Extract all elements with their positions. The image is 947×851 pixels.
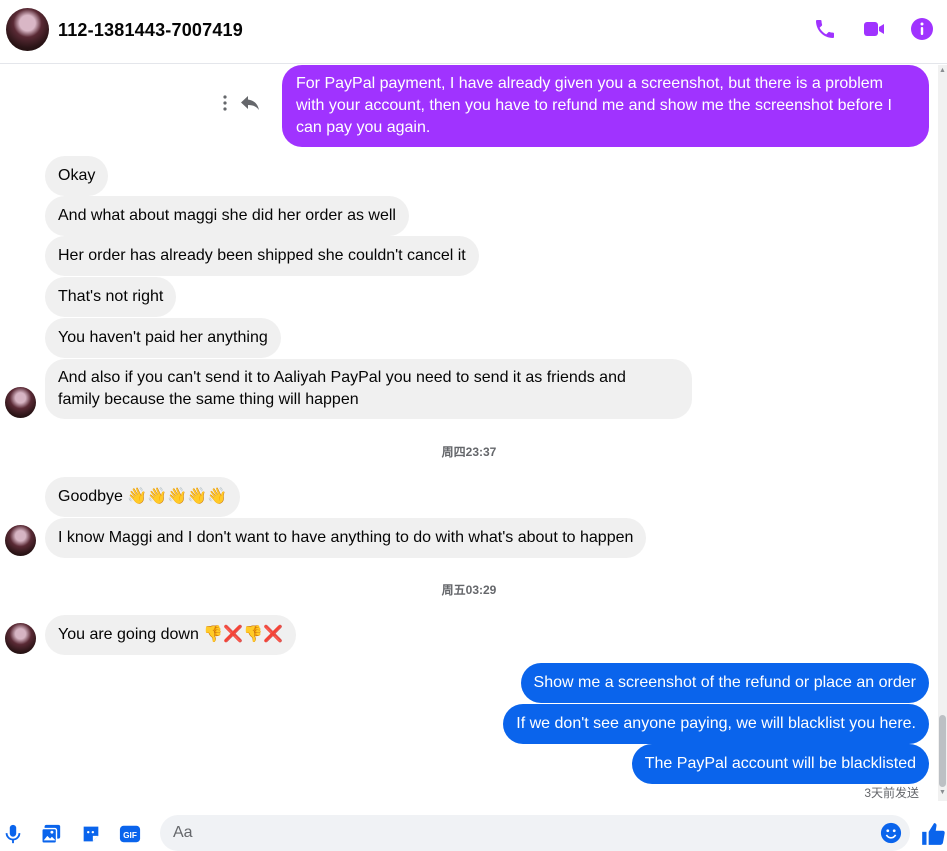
thumbs-up-icon[interactable] <box>920 821 946 847</box>
incoming-message[interactable]: Okay <box>45 156 109 196</box>
conversation-header: 112-1381443-7007419 <box>0 0 947 64</box>
message-thread[interactable]: For PayPal payment, I have already given… <box>0 65 938 801</box>
incoming-message[interactable]: You haven't paid her anything <box>45 318 281 358</box>
scroll-thumb[interactable] <box>939 715 946 787</box>
scroll-up-arrow[interactable]: ▲ <box>939 67 946 75</box>
info-icon[interactable] <box>909 16 935 42</box>
incoming-message[interactable]: I know Maggi and I don't want to have an… <box>45 518 647 558</box>
outgoing-message[interactable]: Show me a screenshot of the refund or pl… <box>520 663 929 703</box>
reply-icon[interactable] <box>240 95 260 116</box>
contact-avatar-small <box>5 525 36 556</box>
message-actions <box>222 95 260 116</box>
video-icon[interactable] <box>861 16 887 42</box>
contact-avatar-small <box>5 387 36 418</box>
contact-avatar[interactable] <box>6 8 49 51</box>
message-composer: GIF <box>0 801 947 851</box>
scroll-down-arrow[interactable]: ▼ <box>939 789 946 797</box>
message-line: family because the same thing will happe… <box>58 391 359 408</box>
outgoing-message[interactable]: If we don't see anyone paying, we will b… <box>503 704 929 744</box>
contact-avatar-small <box>5 623 36 654</box>
message-line: And also if you can't send it to Aaliyah… <box>58 369 626 386</box>
incoming-message[interactable]: And what about maggi she did her order a… <box>45 196 409 236</box>
incoming-message[interactable]: That's not right <box>45 277 177 317</box>
microphone-icon[interactable] <box>2 823 24 845</box>
svg-text:GIF: GIF <box>123 831 137 840</box>
contact-name[interactable]: 112-1381443-7007419 <box>58 20 243 41</box>
timestamp: 周四23:37 <box>441 445 497 459</box>
message-input-container[interactable] <box>160 815 910 851</box>
incoming-message[interactable]: You are going down 👎❌👎❌ <box>45 615 296 655</box>
message-input[interactable] <box>173 815 863 851</box>
scrollbar[interactable]: ▲ ▼ <box>938 65 947 801</box>
incoming-message[interactable]: Goodbye 👋👋👋👋👋 <box>45 477 240 517</box>
phone-icon[interactable] <box>812 16 838 42</box>
sticker-icon[interactable] <box>80 823 102 845</box>
emoji-icon[interactable] <box>880 822 902 844</box>
outgoing-message[interactable]: For PayPal payment, I have already given… <box>282 65 929 147</box>
outgoing-message[interactable]: The PayPal account will be blacklisted <box>631 744 929 784</box>
more-options-icon[interactable] <box>222 95 228 116</box>
timestamp: 周五03:29 <box>441 583 497 597</box>
incoming-message[interactable]: Her order has already been shipped she c… <box>45 236 479 276</box>
sent-status: 3天前发送 <box>864 786 919 800</box>
image-icon[interactable] <box>40 823 62 845</box>
gif-icon[interactable]: GIF <box>119 823 141 845</box>
incoming-message[interactable]: And also if you can't send it to Aaliyah… <box>45 359 692 419</box>
